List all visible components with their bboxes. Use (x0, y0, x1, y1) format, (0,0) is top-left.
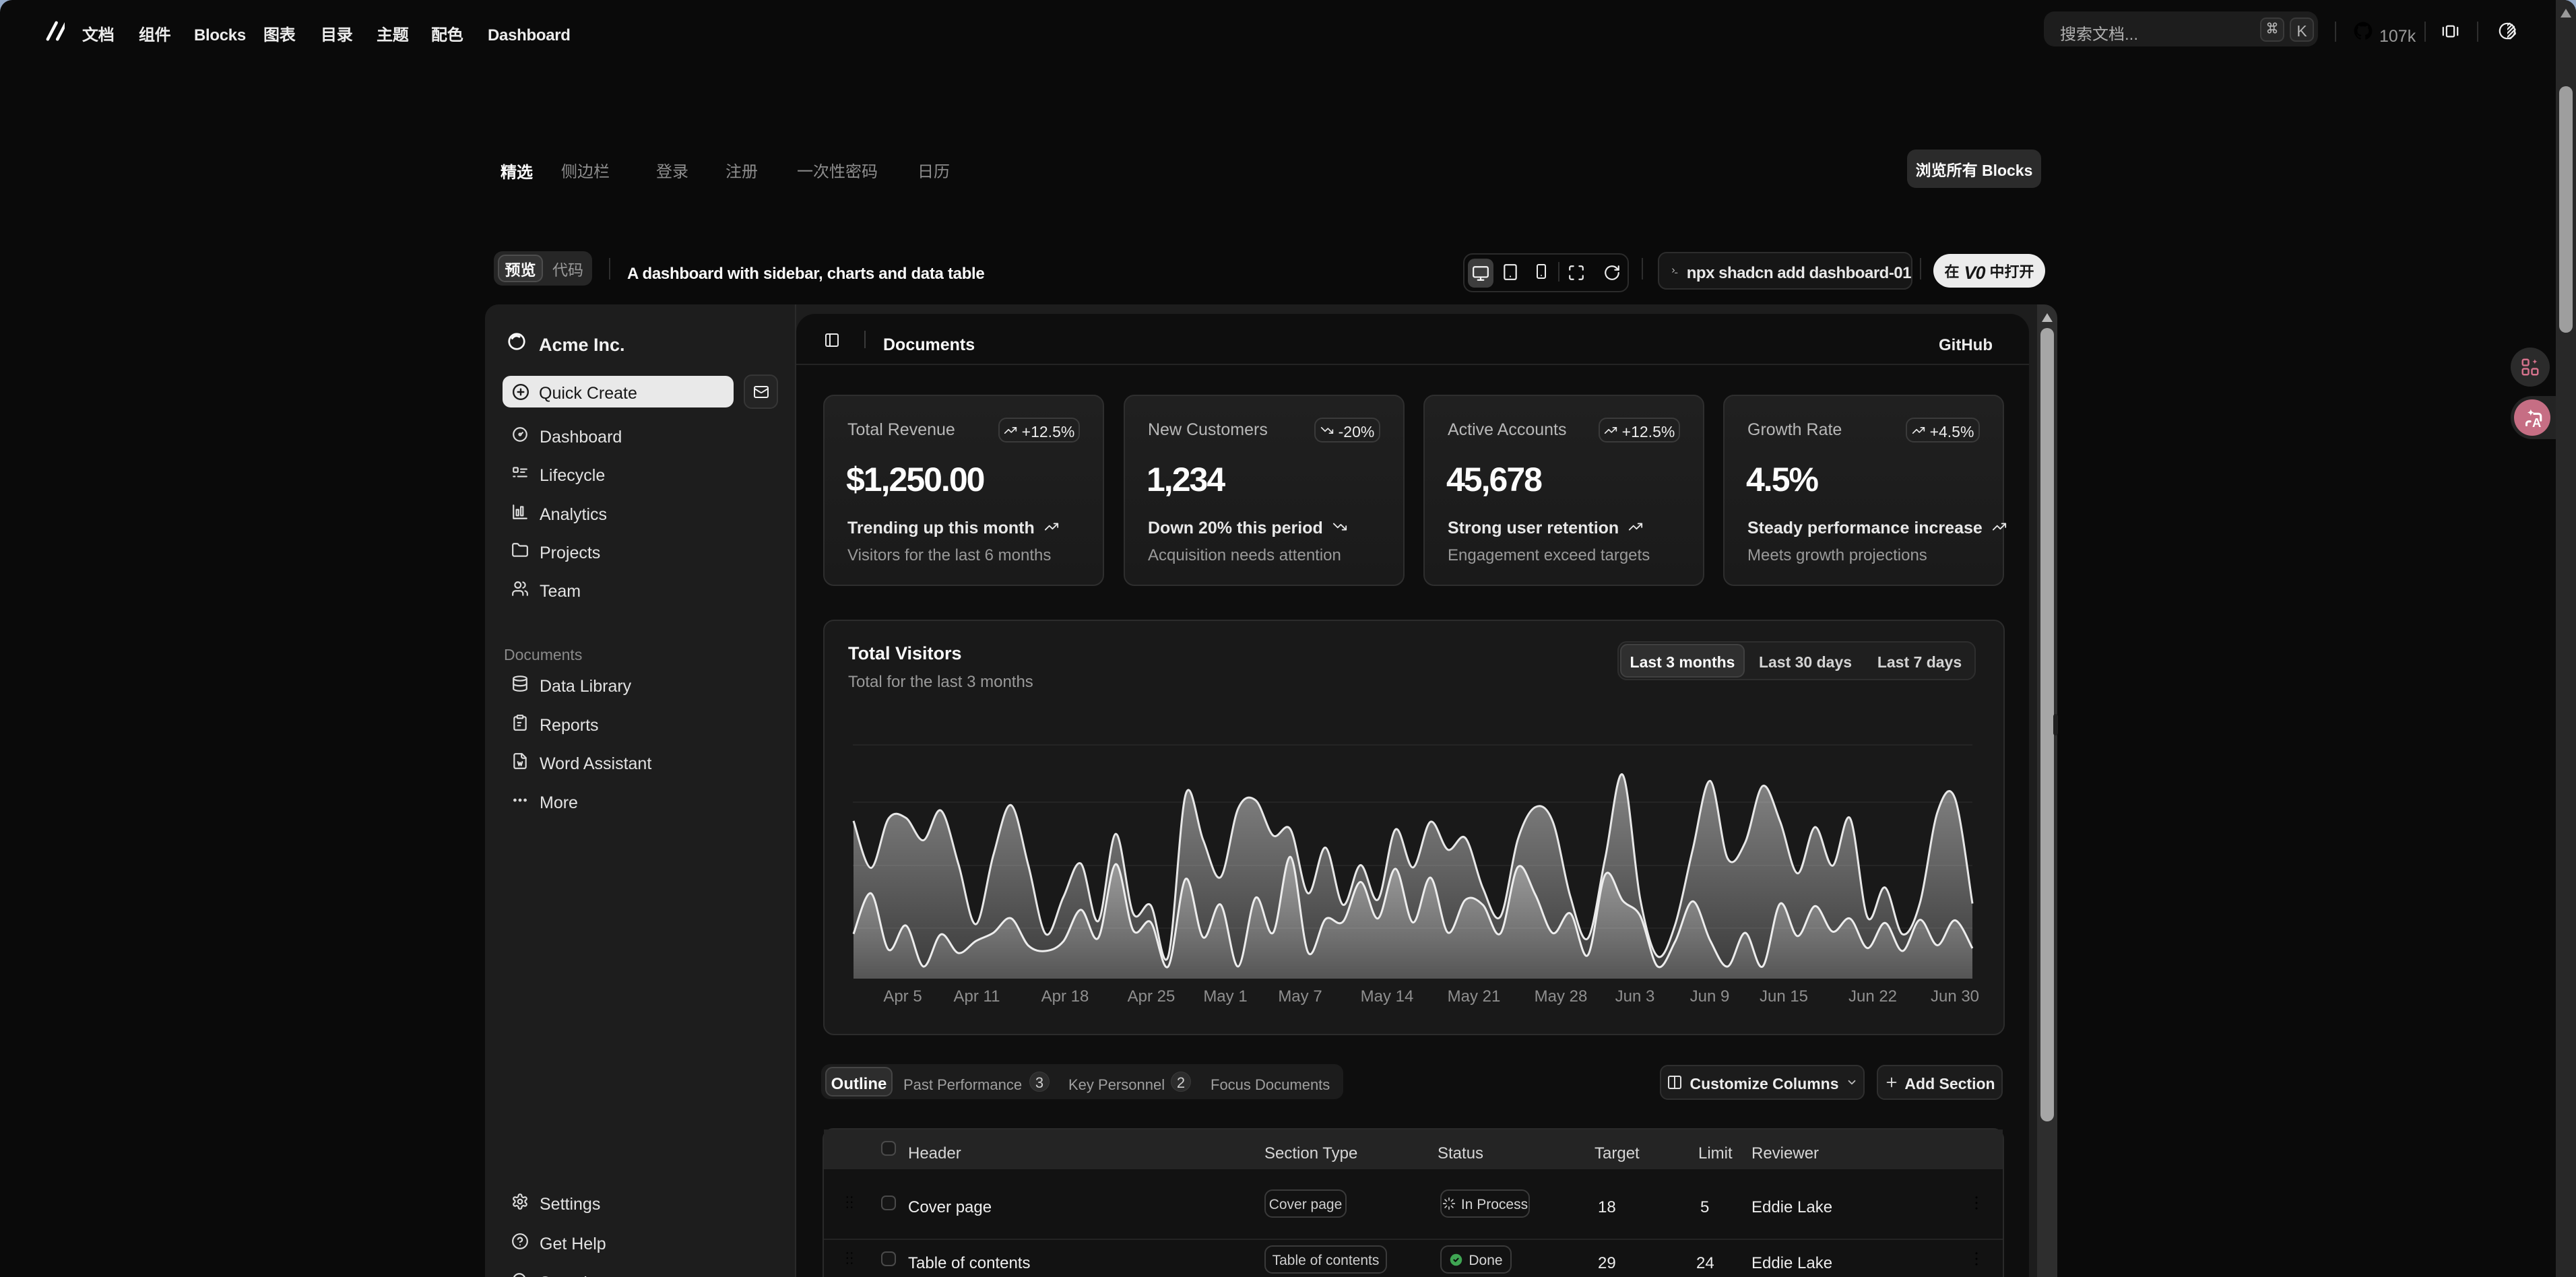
svg-text:A: A (2532, 416, 2541, 429)
